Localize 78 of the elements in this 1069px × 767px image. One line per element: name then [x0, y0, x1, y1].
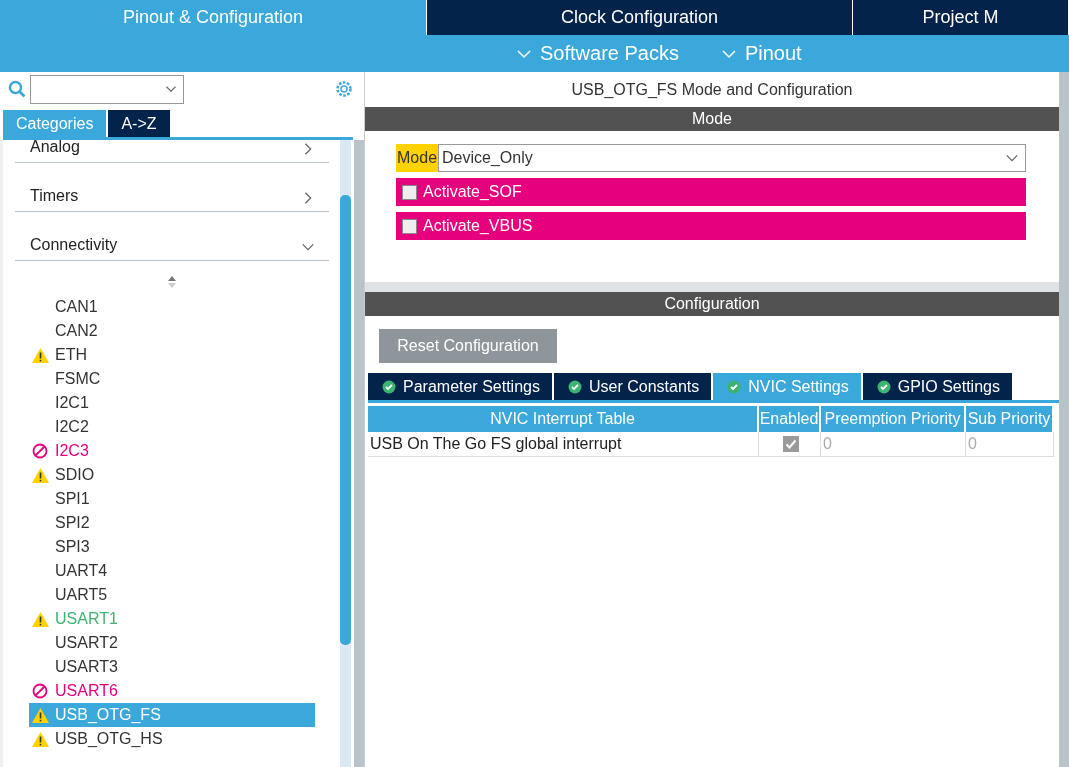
option-label: Activate_SOF — [423, 183, 522, 201]
item-label: CAN1 — [55, 298, 98, 316]
mode-label: Mode — [396, 144, 439, 172]
item-label: SDIO — [55, 466, 95, 484]
peripheral-item[interactable]: USB_OTG_HS — [29, 727, 315, 751]
item-label: SPI2 — [55, 514, 90, 532]
table-cell: 0 — [966, 432, 1054, 457]
peripheral-item[interactable]: SPI2 — [29, 511, 315, 535]
config-tab[interactable]: User Constants — [553, 373, 712, 400]
option-row[interactable]: Activate_SOF — [396, 178, 1026, 206]
item-label: USART1 — [55, 610, 118, 628]
peripheral-item[interactable]: I2C3 — [29, 439, 315, 463]
item-label: USART3 — [55, 658, 118, 676]
settings-icon[interactable] — [334, 79, 354, 99]
peripheral-item[interactable]: UART4 — [29, 559, 315, 583]
item-label: FSMC — [55, 370, 101, 388]
item-label: I2C2 — [55, 418, 89, 436]
section-header: Configuration — [365, 292, 1059, 316]
peripheral-item[interactable]: SDIO — [29, 463, 315, 487]
blocked-icon — [32, 443, 48, 459]
item-label: SPI3 — [55, 538, 90, 556]
warning-icon — [31, 707, 49, 723]
item-label: I2C1 — [55, 394, 89, 412]
peripheral-item[interactable]: SPI3 — [29, 535, 315, 559]
peripheral-item[interactable]: I2C1 — [29, 391, 315, 415]
blocked-icon — [32, 683, 48, 699]
check-icon — [876, 379, 891, 394]
item-label: USART2 — [55, 634, 118, 652]
peripheral-item[interactable]: CAN1 — [29, 295, 315, 319]
checkbox[interactable] — [402, 218, 417, 234]
category-header[interactable]: Connectivity — [15, 212, 329, 261]
option-label: Activate_VBUS — [423, 217, 533, 235]
config-tab[interactable]: Parameter Settings — [368, 373, 552, 400]
column-header: Sub Priority — [966, 406, 1054, 432]
option-row[interactable]: Activate_VBUS — [396, 212, 1026, 240]
peripheral-item[interactable]: ETH — [29, 343, 315, 367]
category-header[interactable]: Timers — [15, 163, 329, 212]
peripheral-item[interactable]: USART6 — [29, 679, 315, 703]
item-label: USB_OTG_FS — [55, 706, 161, 724]
peripheral-item[interactable]: USART2 — [29, 631, 315, 655]
search-combo[interactable] — [30, 74, 184, 104]
warning-icon — [31, 467, 49, 483]
category-header[interactable]: Analog — [15, 140, 329, 163]
peripheral-item[interactable]: USART3 — [29, 655, 315, 679]
mode-select[interactable]: Device_Only — [438, 144, 1026, 172]
warning-icon — [31, 347, 49, 363]
item-label: CAN2 — [55, 322, 98, 340]
view-tab[interactable]: A->Z — [108, 110, 170, 137]
section-header: Mode — [365, 107, 1059, 131]
item-label: SPI1 — [55, 490, 90, 508]
column-header: Enabled — [759, 406, 821, 432]
checkbox[interactable] — [782, 436, 799, 452]
item-label: ETH — [55, 346, 87, 364]
item-label: UART5 — [55, 586, 108, 604]
peripheral-item[interactable]: I2C2 — [29, 415, 315, 439]
sort-icon[interactable] — [166, 275, 177, 289]
scrollbar[interactable] — [340, 140, 351, 767]
item-label: UART4 — [55, 562, 108, 580]
search-icon[interactable] — [8, 80, 26, 98]
table-cell: USB On The Go FS global interrupt — [368, 432, 759, 457]
checkbox[interactable] — [402, 184, 417, 200]
item-label: USB_OTG_HS — [55, 730, 163, 748]
check-icon — [382, 379, 396, 394]
peripheral-item[interactable]: CAN2 — [29, 319, 315, 343]
peripheral-item[interactable]: UART5 — [29, 583, 315, 607]
check-icon — [727, 379, 742, 394]
panel-title: USB_OTG_FS Mode and Configuration — [570, 79, 854, 100]
peripheral-item[interactable]: SPI1 — [29, 487, 315, 511]
column-header: NVIC Interrupt Table — [368, 406, 759, 432]
peripheral-item[interactable]: FSMC — [29, 367, 315, 391]
warning-icon — [31, 611, 49, 627]
column-header: Preemption Priority — [821, 406, 966, 432]
config-tab[interactable]: GPIO Settings — [862, 373, 1012, 400]
table-cell: 0 — [821, 432, 966, 457]
item-label: USART6 — [55, 682, 118, 700]
check-icon — [567, 379, 582, 394]
item-label: I2C3 — [55, 442, 89, 460]
warning-icon — [31, 731, 49, 747]
